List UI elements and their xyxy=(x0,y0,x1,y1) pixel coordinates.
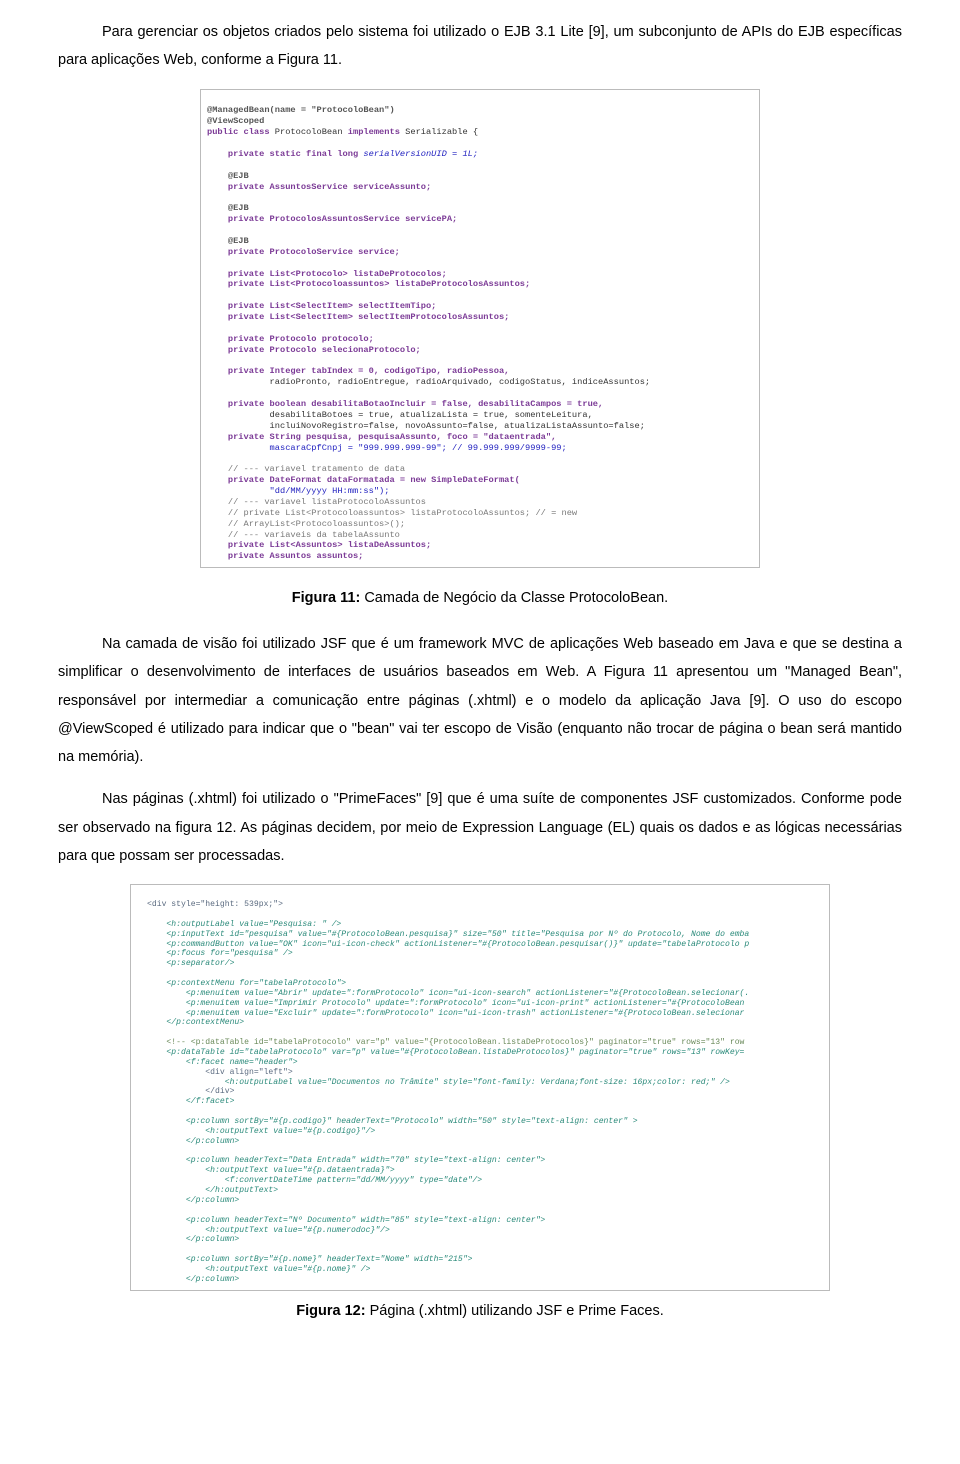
body-paragraph-1: Para gerenciar os objetos criados pelo s… xyxy=(58,18,902,75)
text: Para gerenciar os objetos criados pelo s… xyxy=(58,24,902,68)
figure-12-caption: Figura 12: Página (.xhtml) utilizando JS… xyxy=(58,1303,902,1319)
text: Nas páginas (.xhtml) foi utilizado o "Pr… xyxy=(58,791,902,864)
code-box-figure-12: <div style="height: 539px;"> <h:outputLa… xyxy=(130,884,830,1290)
body-paragraph-3: Nas páginas (.xhtml) foi utilizado o "Pr… xyxy=(58,785,902,870)
body-paragraph-2: Na camada de visão foi utilizado JSF que… xyxy=(58,630,902,771)
code-box-figure-11: @ManagedBean(name = "ProtocoloBean") @Vi… xyxy=(200,89,760,569)
text: Na camada de visão foi utilizado JSF que… xyxy=(58,636,902,765)
figure-11-caption: Figura 11: Camada de Negócio da Classe P… xyxy=(58,590,902,606)
